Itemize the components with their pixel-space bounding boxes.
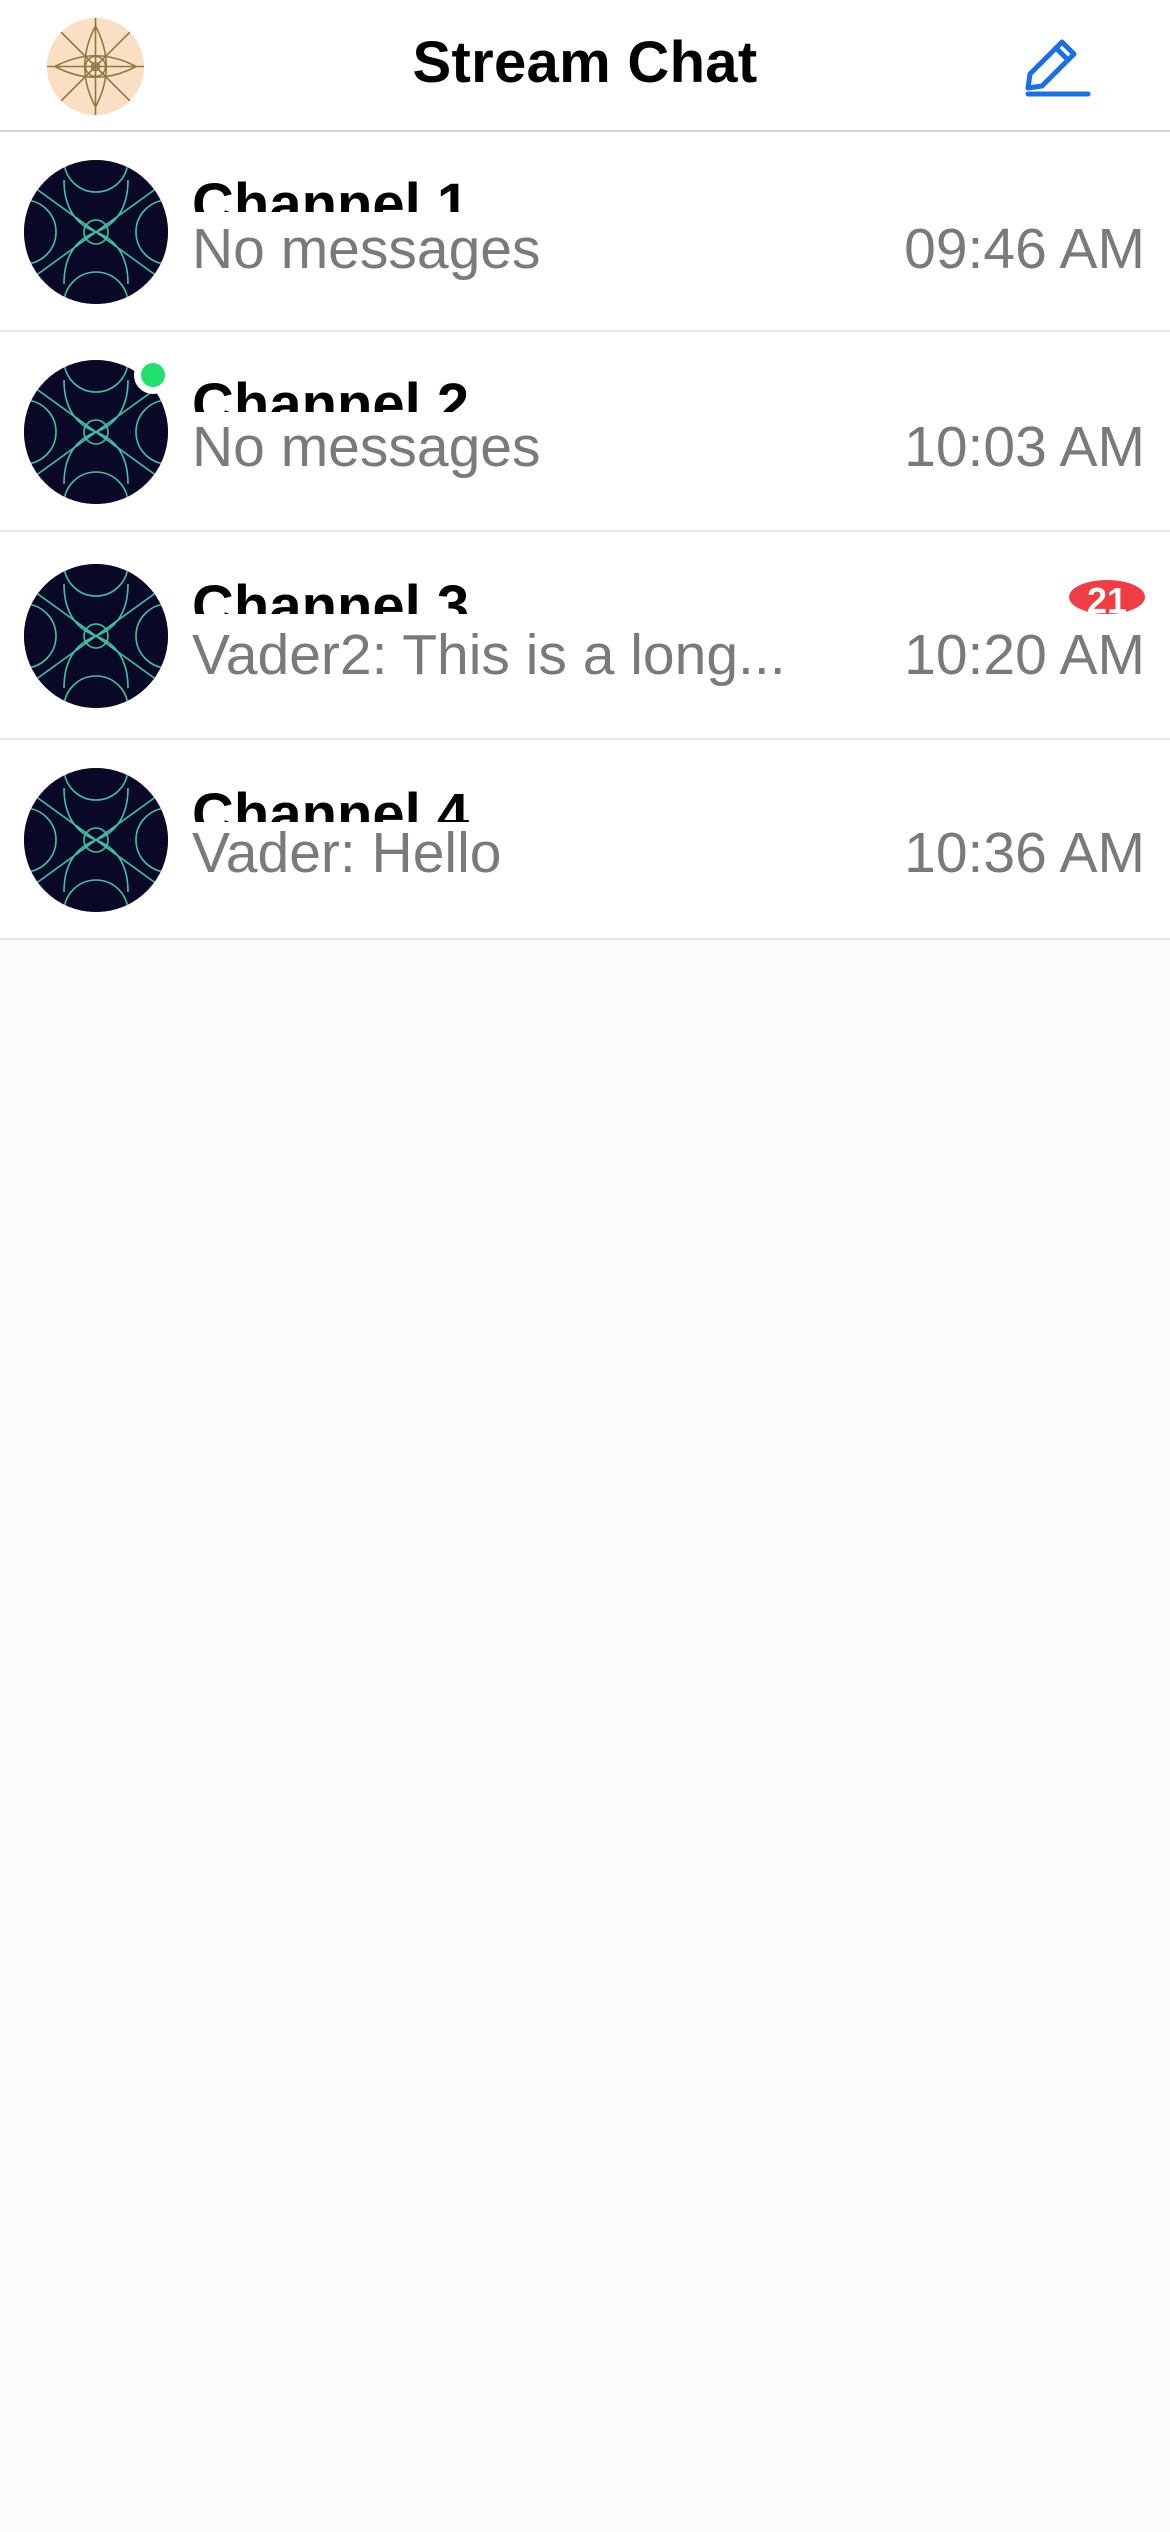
channel-avatar-pattern-icon [24, 160, 168, 304]
channel-list: Channel 1 No messages 09:46 AM Channel 2… [0, 132, 1170, 940]
channel-list-item[interactable]: Channel 3 21 Vader2: This is a long... 1… [0, 532, 1170, 740]
last-message-preview: No messages [192, 217, 541, 281]
unread-count: 21 [1087, 580, 1127, 614]
online-status-indicator [134, 356, 172, 394]
message-timestamp: 09:46 AM [904, 217, 1145, 281]
message-timestamp: 10:20 AM [904, 623, 1145, 687]
message-timestamp: 10:36 AM [904, 821, 1145, 885]
message-timestamp: 10:03 AM [904, 415, 1145, 479]
last-message-preview: No messages [192, 415, 541, 479]
navigation-header: Stream Chat [0, 0, 1170, 132]
channel-list-item[interactable]: Channel 4 Vader: Hello 10:36 AM [0, 740, 1170, 940]
channel-name: Channel 1 [192, 174, 470, 212]
channel-name-container: Channel 3 [192, 576, 842, 614]
last-message-preview: Vader: Hello [192, 821, 502, 885]
last-message-preview: Vader2: This is a long... [192, 623, 786, 687]
channel-name: Channel 4 [192, 784, 470, 822]
channel-list-item[interactable]: Channel 1 No messages 09:46 AM [0, 132, 1170, 332]
compose-button[interactable] [1018, 30, 1098, 100]
page-title: Stream Chat [412, 30, 758, 95]
unread-count-badge: 21 [1068, 580, 1146, 614]
channel-name-container: Channel 4 [192, 784, 842, 822]
channel-list-item[interactable]: Channel 2 No messages 10:03 AM [0, 332, 1170, 532]
channel-avatar [24, 768, 168, 912]
channel-name: Channel 3 [192, 576, 470, 614]
channel-avatar-pattern-icon [24, 564, 168, 708]
channel-name-container: Channel 2 [192, 374, 842, 412]
channel-avatar [24, 564, 168, 708]
pencil-compose-icon [1025, 39, 1091, 97]
channel-avatar [24, 160, 168, 304]
channel-avatar [24, 356, 172, 504]
empty-list-area [0, 942, 1170, 2532]
channel-avatar-pattern-icon [24, 768, 168, 912]
channel-name: Channel 2 [192, 374, 470, 412]
channel-name-container: Channel 1 [192, 174, 842, 212]
